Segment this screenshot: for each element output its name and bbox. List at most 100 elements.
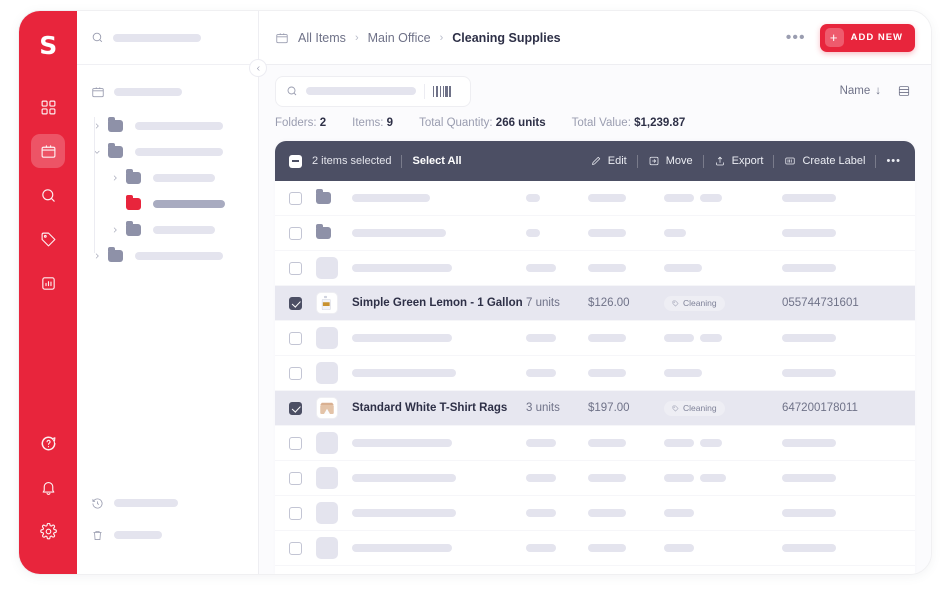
help-icon[interactable]	[31, 426, 65, 460]
row-checkbox[interactable]	[289, 262, 302, 275]
dashboard-icon[interactable]	[31, 90, 65, 124]
row-checkbox[interactable]	[289, 542, 302, 555]
more-actions-button[interactable]: •••	[886, 158, 901, 165]
list-view-icon[interactable]	[893, 81, 915, 101]
table-row[interactable]	[275, 461, 915, 496]
item-value	[588, 544, 664, 552]
breadcrumb-item[interactable]: Main Office	[368, 31, 431, 45]
stat-label: Total Quantity:	[419, 117, 493, 129]
settings-icon[interactable]	[31, 514, 65, 548]
skeleton-bar	[588, 334, 626, 342]
skeleton-bar	[700, 474, 726, 482]
item-quantity	[526, 509, 588, 517]
chevron-right-icon[interactable]	[91, 121, 102, 132]
edit-action[interactable]: Edit	[590, 155, 627, 167]
item-value	[588, 509, 664, 517]
skeleton-bar	[782, 334, 836, 342]
item-quantity	[526, 439, 588, 447]
tree-node[interactable]	[77, 165, 258, 191]
inventory-icon[interactable]	[31, 134, 65, 168]
skeleton-bar	[526, 194, 540, 202]
chevron-right-icon[interactable]	[91, 251, 102, 262]
item-name	[352, 194, 526, 202]
tree-node[interactable]	[77, 113, 258, 139]
table-row[interactable]	[275, 321, 915, 356]
item-tags	[664, 369, 782, 377]
table-row[interactable]: Standard White T-Shirt Rags3 units$197.0…	[275, 391, 915, 426]
folder-icon	[126, 172, 141, 184]
row-checkbox[interactable]	[289, 472, 302, 485]
table-row[interactable]: Simple Green Lemon - 1 Gallon7 units$126…	[275, 286, 915, 321]
row-checkbox[interactable]	[289, 332, 302, 345]
table-row[interactable]	[275, 531, 915, 566]
row-checkbox[interactable]	[289, 437, 302, 450]
skeleton-bar	[664, 544, 694, 552]
add-new-label: ADD NEW	[851, 32, 903, 43]
breadcrumb: All Items›Main Office›Cleaning Supplies	[275, 31, 772, 45]
chevron-right-icon[interactable]	[109, 173, 120, 184]
export-action[interactable]: Export	[714, 155, 764, 167]
collapse-panel-button[interactable]	[249, 59, 267, 77]
barcode-scan-icon[interactable]	[433, 85, 451, 97]
table-row[interactable]	[275, 216, 915, 251]
tag-label: Cleaning	[683, 403, 717, 413]
row-checkbox[interactable]	[289, 367, 302, 380]
tree-search-input[interactable]	[77, 11, 258, 65]
skeleton-bar	[782, 369, 836, 377]
item-name	[352, 264, 526, 272]
sort-control[interactable]: Name ↓	[840, 85, 881, 97]
tag-label: Cleaning	[683, 298, 717, 308]
select-all-button[interactable]: Select All	[412, 155, 461, 167]
search-input[interactable]	[275, 76, 471, 107]
row-checkbox[interactable]	[289, 227, 302, 240]
tree-node[interactable]	[77, 217, 258, 243]
chevron-down-icon[interactable]	[91, 147, 102, 158]
chevron-right-icon[interactable]	[109, 225, 120, 236]
item-quantity	[526, 194, 588, 202]
item-tags	[664, 334, 782, 342]
row-checkbox[interactable]	[289, 297, 302, 310]
item-name	[352, 369, 526, 377]
table-row[interactable]	[275, 251, 915, 286]
reports-icon[interactable]	[31, 266, 65, 300]
add-new-button[interactable]: + ADD NEW	[820, 24, 915, 52]
app-logo: S	[39, 33, 57, 58]
skeleton-bar	[352, 544, 452, 552]
more-options-button[interactable]: •••	[780, 33, 812, 43]
skeleton-bar	[352, 439, 452, 447]
tree-node-active[interactable]	[77, 191, 258, 217]
tags-icon[interactable]	[31, 222, 65, 256]
tree-root-node[interactable]	[77, 81, 258, 103]
item-tags	[664, 509, 782, 517]
search-icon[interactable]	[31, 178, 65, 212]
skeleton-bar	[526, 369, 556, 377]
trash-link[interactable]	[91, 522, 244, 548]
table-row[interactable]	[275, 496, 915, 531]
notifications-icon[interactable]	[31, 470, 65, 504]
item-code	[782, 334, 901, 342]
skeleton-bar	[664, 229, 686, 237]
tree-node[interactable]	[77, 243, 258, 269]
breadcrumb-item[interactable]: All Items	[298, 31, 346, 45]
skeleton-bar	[526, 229, 540, 237]
skeleton-bar	[352, 474, 456, 482]
skeleton-bar	[352, 369, 456, 377]
move-action[interactable]: Move	[648, 155, 693, 167]
stat-value: $1,239.87	[634, 117, 685, 129]
table-row[interactable]	[275, 356, 915, 391]
table-row[interactable]	[275, 426, 915, 461]
row-checkbox[interactable]	[289, 402, 302, 415]
tree-node-label	[153, 200, 225, 208]
stat-value: 266 units	[496, 117, 546, 129]
item-thumbnail	[316, 292, 338, 314]
history-link[interactable]	[91, 490, 244, 516]
deselect-all-checkbox[interactable]	[289, 155, 302, 168]
row-checkbox[interactable]	[289, 192, 302, 205]
tree-node-list	[77, 113, 258, 269]
tree-node[interactable]	[77, 139, 258, 165]
create-label-action[interactable]: Create Label	[784, 155, 865, 167]
row-checkbox[interactable]	[289, 507, 302, 520]
folder-icon	[108, 146, 123, 158]
table-row[interactable]	[275, 181, 915, 216]
folder-icon	[316, 192, 338, 204]
